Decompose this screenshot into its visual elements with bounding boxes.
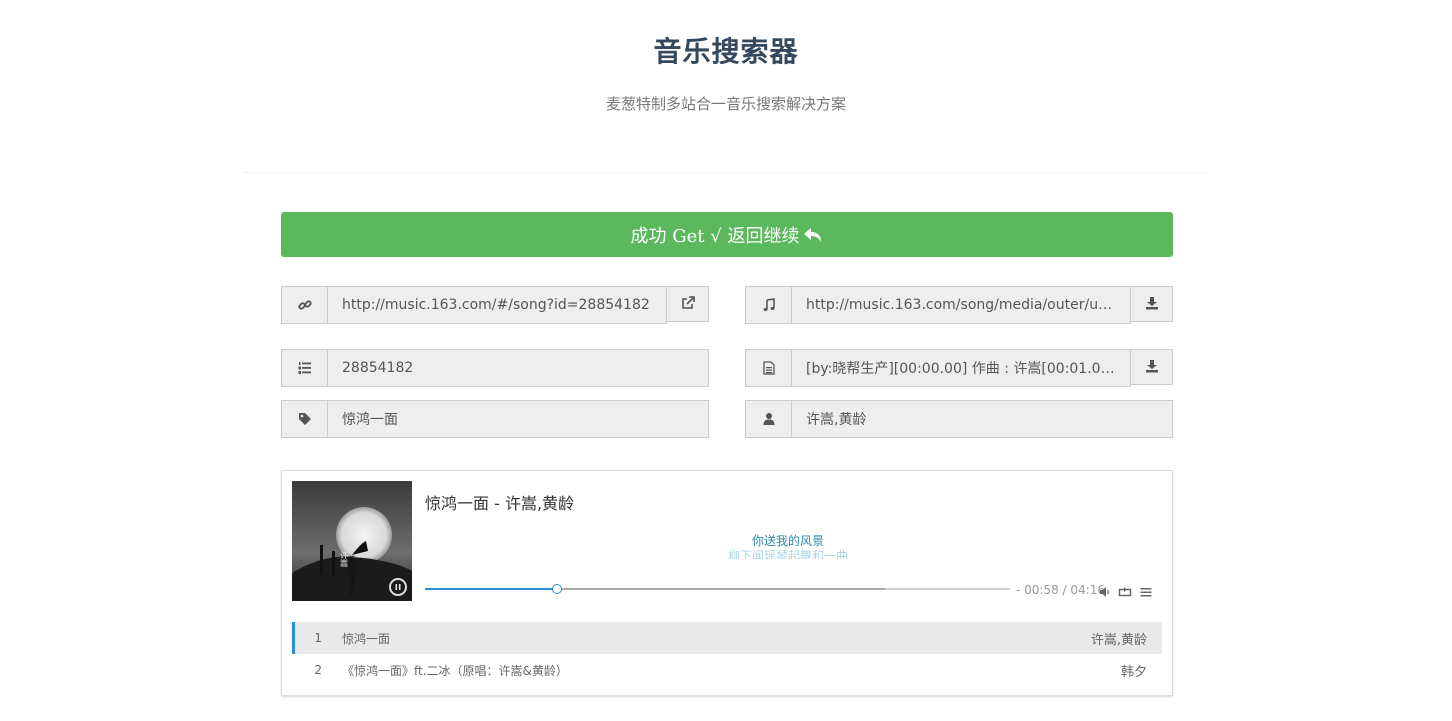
page-title: 音乐搜索器 — [653, 35, 799, 68]
song-id-group: 28854182 — [281, 349, 709, 387]
cover-text-a: 不如吃茶去 — [348, 555, 357, 596]
song-name-field[interactable]: 惊鸿一面 — [328, 400, 709, 438]
success-back-label: 成功 Get √ 返回继续 — [630, 225, 800, 247]
song-name-group: 惊鸿一面 — [281, 400, 709, 438]
playlist-item[interactable]: 2 《惊鸿一面》ft.二冰（原唱：许嵩&黄龄） 韩夕 — [292, 654, 1162, 686]
music-player: 不如吃茶去 许嵩 惊鸿一面 - 许嵩,黄龄 你送我的风景 柳下闻瑶琴起舞和一曲 … — [281, 470, 1173, 696]
playlist: 1 惊鸿一面 许嵩,黄龄 2 《惊鸿一面》ft.二冰（原唱：许嵩&黄龄） 韩夕 — [292, 622, 1162, 686]
song-link-value: http://music.163.com/#/song?id=28854182 — [342, 297, 650, 313]
file-text-icon — [745, 349, 792, 387]
open-link-button[interactable] — [667, 286, 709, 322]
song-link-field[interactable]: http://music.163.com/#/song?id=28854182 — [328, 286, 667, 324]
lyrics-value: [by:晓帮生产][00:00.00] 作曲 : 许嵩[00:01.00] 作.… — [806, 361, 1116, 377]
download-song-button[interactable] — [1131, 286, 1173, 322]
volume-icon — [1100, 587, 1109, 597]
playlist-item-name: 惊鸿一面 — [342, 631, 391, 646]
pause-icon — [395, 584, 401, 590]
pause-button[interactable] — [389, 578, 407, 596]
artist-group: 许嵩,黄龄 — [745, 400, 1173, 438]
playlist-item-name: 《惊鸿一面》ft.二冰（原唱：许嵩&黄龄） — [342, 663, 568, 678]
tag-icon — [281, 400, 328, 438]
song-id-field[interactable]: 28854182 — [328, 349, 709, 387]
download-icon — [1145, 358, 1159, 377]
music-icon — [745, 286, 792, 324]
playlist-item[interactable]: 1 惊鸿一面 许嵩,黄龄 — [292, 622, 1162, 654]
reply-icon — [803, 226, 823, 244]
song-url-field[interactable]: http://music.163.com/song/media/outer/ur… — [792, 286, 1131, 324]
song-name-value: 惊鸿一面 — [342, 412, 398, 428]
link-icon — [281, 286, 328, 324]
volume-button[interactable] — [1099, 583, 1113, 597]
cover-text-b: 许嵩 — [340, 550, 349, 568]
song-url-value: http://music.163.com/song/media/outer/ur… — [806, 297, 1116, 313]
song-link-group: http://music.163.com/#/song?id=28854182 — [281, 286, 709, 324]
list-ol-icon — [281, 349, 328, 387]
artist-field[interactable]: 许嵩,黄龄 — [792, 400, 1173, 438]
playlist-item-artist: 韩夕 — [1120, 664, 1147, 680]
lyric-next: 柳下闻瑶琴起舞和一曲 — [727, 549, 848, 559]
lyrics-group: [by:晓帮生产][00:00.00] 作曲 : 许嵩[00:01.00] 作.… — [745, 349, 1173, 387]
song-url-group: http://music.163.com/song/media/outer/ur… — [745, 286, 1173, 324]
divider — [244, 172, 1209, 173]
success-back-button[interactable]: 成功 Get √ 返回继续 — [281, 212, 1173, 257]
progress-played — [425, 588, 558, 590]
loop-button[interactable] — [1118, 583, 1132, 597]
playlist-item-index: 2 — [314, 663, 322, 677]
page-subtitle: 麦葱特制多站合一音乐搜索解决方案 — [605, 95, 846, 113]
playlist-toggle-button[interactable] — [1140, 583, 1154, 597]
progress-thumb[interactable] — [552, 584, 563, 594]
player-song-title: 惊鸿一面 - 许嵩,黄龄 — [425, 494, 575, 513]
external-link-icon — [681, 295, 695, 314]
time-display: - 00:58 / 04:16 — [1016, 583, 1105, 597]
artist-value: 许嵩,黄龄 — [806, 412, 867, 428]
progress-bar[interactable] — [425, 584, 1010, 594]
download-icon — [1145, 295, 1159, 314]
playlist-item-index: 1 — [314, 631, 322, 645]
menu-icon — [1140, 588, 1152, 597]
user-icon — [745, 400, 792, 438]
lyrics-field[interactable]: [by:晓帮生产][00:00.00] 作曲 : 许嵩[00:01.00] 作.… — [792, 349, 1131, 387]
song-id-value: 28854182 — [342, 360, 414, 376]
page: 音乐搜索器 麦葱特制多站合一音乐搜索解决方案 成功 Get √ 返回继续 htt… — [0, 0, 1452, 721]
album-cover[interactable]: 不如吃茶去 许嵩 — [292, 481, 412, 601]
playlist-item-artist: 许嵩,黄龄 — [1090, 632, 1147, 648]
loop-icon — [1118, 587, 1132, 597]
download-lyrics-button[interactable] — [1131, 349, 1173, 385]
